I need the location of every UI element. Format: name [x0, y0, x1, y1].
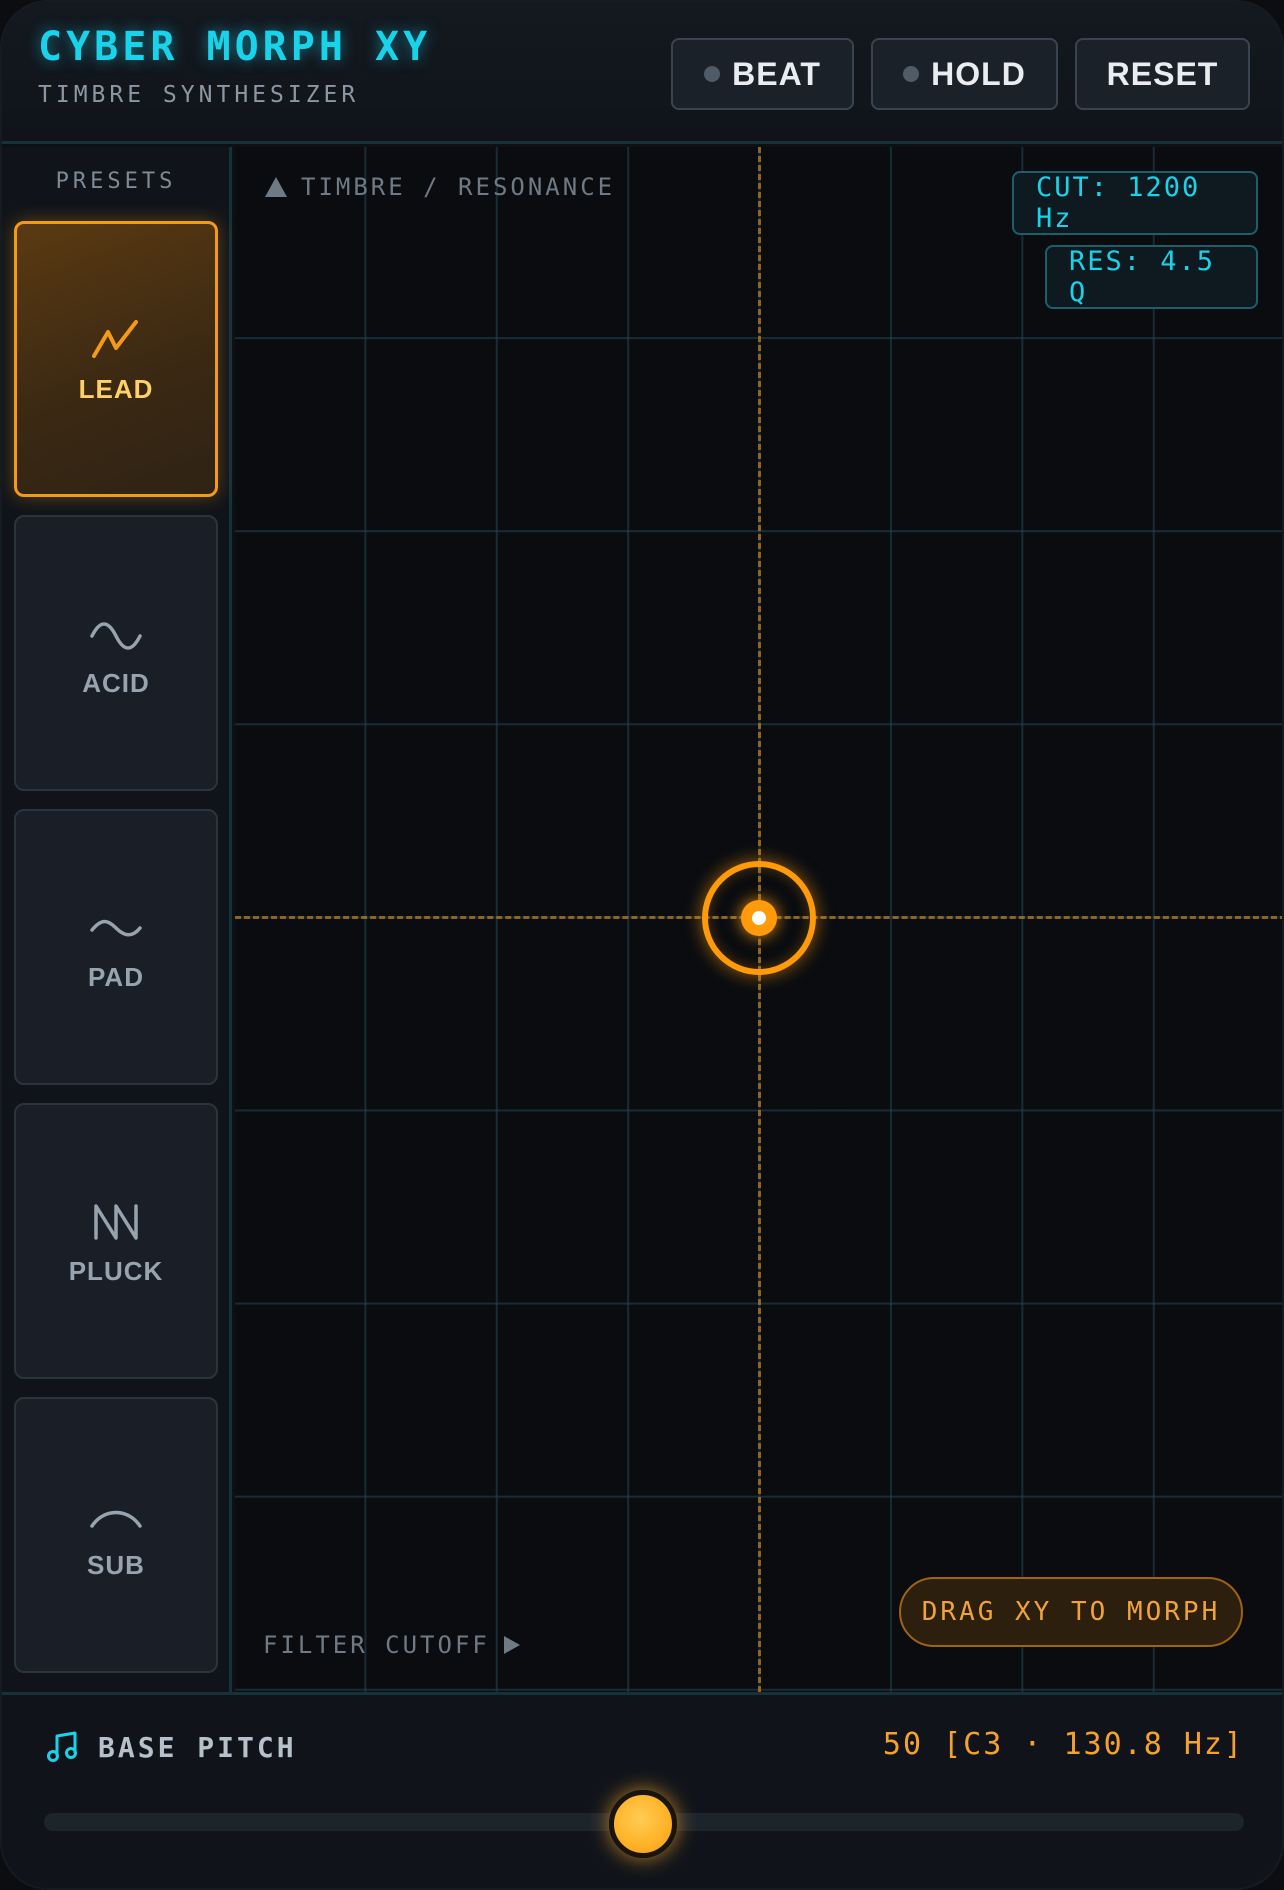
presets-heading: PRESETS — [55, 169, 177, 194]
preset-label: LEAD — [78, 373, 154, 404]
xy-cursor-dot — [752, 911, 766, 925]
y-axis-label: TIMBRE / RESONANCE — [265, 173, 615, 201]
base-pitch-slider-thumb[interactable] — [609, 1790, 677, 1858]
base-pitch-panel: BASE PITCH 50 [C3 · 130.8 Hz] — [2, 1692, 1282, 1888]
preset-label: SUB — [87, 1549, 145, 1580]
xy-pad[interactable]: TIMBRE / RESONANCE CUT: 1200 Hz RES: 4.5… — [235, 147, 1282, 1692]
reset-button[interactable]: RESET — [1075, 38, 1250, 110]
reset-button-label: RESET — [1106, 55, 1219, 92]
preset-sub[interactable]: SUB — [14, 1397, 218, 1673]
hold-button[interactable]: HOLD — [871, 38, 1058, 110]
base-pitch-label: BASE PITCH — [98, 1731, 297, 1764]
preset-lead[interactable]: LEAD — [14, 221, 218, 497]
soft-wave-icon — [90, 919, 142, 936]
app-subtitle: TIMBRE SYNTHESIZER — [38, 82, 360, 108]
preset-label: PLUCK — [68, 1255, 164, 1286]
resonance-readout: RES: 4.5 Q — [1045, 245, 1258, 309]
preset-pluck[interactable]: PLUCK — [14, 1103, 218, 1379]
header: CYBER MORPH XY TIMBRE SYNTHESIZER BEAT H… — [2, 2, 1282, 144]
preset-label: PAD — [88, 961, 144, 992]
zigzag-wave-icon — [92, 319, 138, 358]
arc-wave-icon — [90, 1510, 142, 1528]
app-title: CYBER MORPH XY — [38, 24, 432, 70]
hold-button-label: HOLD — [931, 55, 1026, 92]
beat-button[interactable]: BEAT — [671, 38, 854, 110]
preset-label: ACID — [82, 667, 150, 698]
sine-wave-icon — [90, 621, 142, 650]
base-pitch-value: 50 [C3 · 130.8 Hz] — [882, 1727, 1244, 1762]
x-axis-label: FILTER CUTOFF — [263, 1631, 520, 1659]
preset-acid[interactable]: ACID — [14, 515, 218, 791]
morph-hint-badge: DRAG XY TO MORPH — [899, 1577, 1243, 1647]
presets-sidebar: PRESETS LEAD ACID PAD PLUCK SUB — [2, 147, 232, 1692]
preset-pad[interactable]: PAD — [14, 809, 218, 1085]
music-note-icon — [47, 1731, 77, 1762]
beat-indicator-icon — [704, 66, 721, 82]
beat-button-label: BEAT — [732, 55, 821, 92]
cutoff-readout: CUT: 1200 Hz — [1012, 171, 1258, 235]
y-axis-label-text: TIMBRE / RESONANCE — [301, 173, 616, 201]
sawtooth-wave-icon — [94, 1203, 138, 1240]
synth-app: CYBER MORPH XY TIMBRE SYNTHESIZER BEAT H… — [0, 0, 1284, 1890]
arrow-up-icon — [265, 177, 287, 197]
x-axis-label-text: FILTER CUTOFF — [263, 1631, 490, 1659]
hold-indicator-icon — [903, 66, 920, 82]
arrow-right-icon — [503, 1636, 520, 1654]
